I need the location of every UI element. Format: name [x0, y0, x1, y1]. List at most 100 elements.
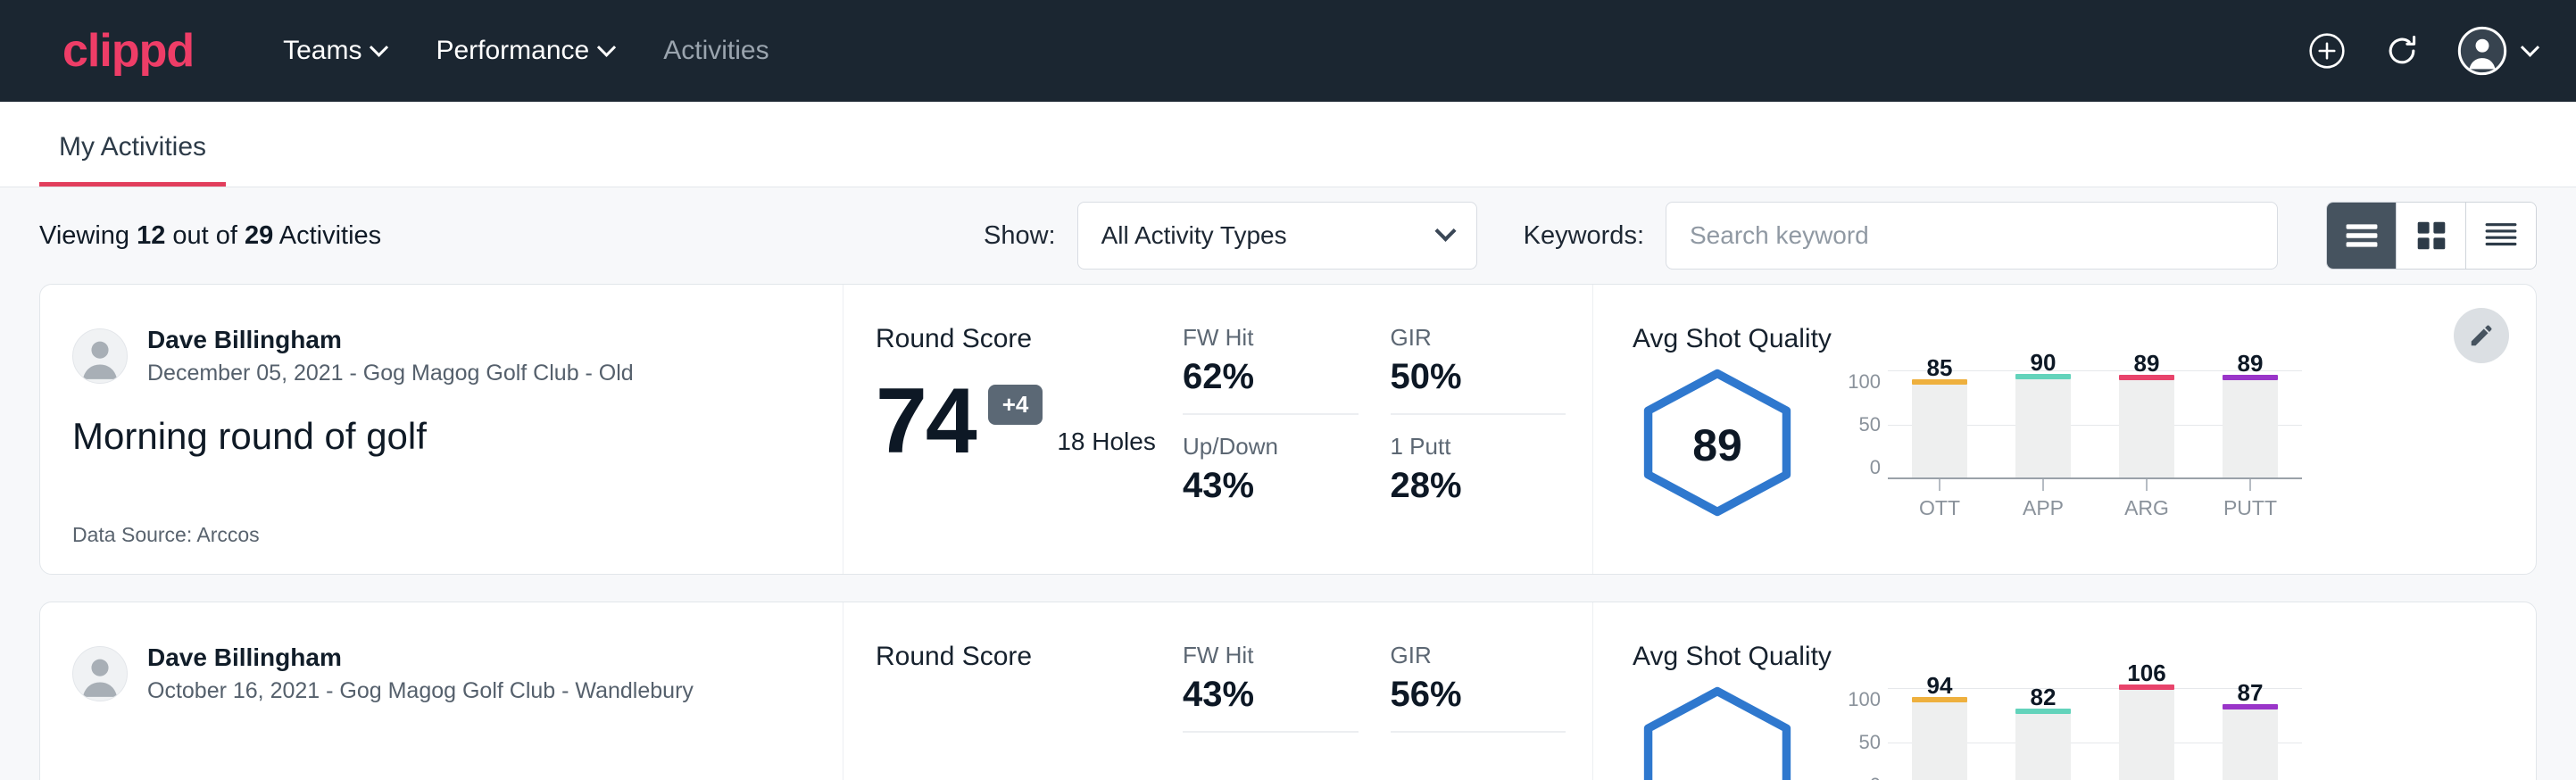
- viewing-count-text: Viewing 12 out of 29 Activities: [39, 221, 381, 251]
- chart-x-label: PUTT: [2223, 496, 2277, 520]
- nav-item-activities[interactable]: Activities: [663, 36, 769, 66]
- activity-type-select-value: All Activity Types: [1101, 221, 1287, 250]
- chart-bar-cap: [2223, 704, 2278, 709]
- stat-up-down-label: Up/Down: [1183, 433, 1359, 461]
- shot-quality-body: 100 50 0 948210687 OTTAPPARGPUTT: [1633, 677, 2500, 780]
- avg-shot-quality-label: Avg Shot Quality: [1633, 642, 2500, 672]
- tab-bar: My Activities: [0, 102, 2576, 187]
- stat-gir-label: GIR: [1391, 642, 1566, 669]
- avatar: [72, 646, 128, 701]
- edit-activity-button[interactable]: [2454, 308, 2509, 363]
- avatar: [72, 328, 128, 384]
- shot-quality-chart: 100 50 0 948210687 OTTAPPARGPUTT: [1838, 677, 2302, 780]
- chart-bar-putt: 87: [2223, 688, 2278, 780]
- stat-fw-hit: FW Hit 62%: [1183, 324, 1359, 415]
- data-source-value: Arccos: [196, 523, 259, 546]
- view-mode-toggle-group: [2326, 202, 2537, 270]
- nav-item-performance[interactable]: Performance: [436, 36, 613, 66]
- chart-x-tick-arg: ARG: [2119, 479, 2174, 520]
- activity-summary-column: Dave Billingham October 16, 2021 - Gog M…: [40, 602, 843, 780]
- nav-item-teams[interactable]: Teams: [283, 36, 386, 66]
- chart-bar-cap: [2119, 375, 2174, 380]
- y-tick-50: 50: [1838, 413, 1881, 436]
- tab-my-activities-label: My Activities: [59, 132, 206, 162]
- chart-bar-rect: [2119, 690, 2174, 780]
- chart-grid: 948210687: [1888, 688, 2302, 780]
- user-avatar-icon: [73, 328, 127, 384]
- chart-bar-rect: [1912, 385, 1967, 477]
- round-score-label: Round Score: [876, 324, 1183, 354]
- activity-card[interactable]: Dave Billingham October 16, 2021 - Gog M…: [39, 602, 2537, 780]
- nav-item-performance-label: Performance: [436, 36, 589, 66]
- clippd-logo[interactable]: clippd: [62, 28, 194, 74]
- stat-gir-label: GIR: [1391, 324, 1566, 352]
- shot-quality-column: Avg Shot Quality 89 100 50 0: [1593, 285, 2536, 574]
- activity-title: Morning round of golf: [72, 415, 807, 458]
- search-input[interactable]: [1666, 202, 2278, 270]
- stat-fw-hit-value: 62%: [1183, 357, 1359, 397]
- plus-circle-icon: [2307, 31, 2347, 71]
- avg-shot-quality-hexagon: 89: [1633, 367, 1802, 523]
- compact-list-icon: [2345, 222, 2379, 249]
- stat-one-putt-value: 28%: [1391, 466, 1566, 506]
- chart-bar-ott: 94: [1912, 688, 1967, 780]
- chart-x-tick-ott: OTT: [1912, 479, 1967, 520]
- activity-summary-column: Dave Billingham December 05, 2021 - Gog …: [40, 285, 843, 574]
- y-tick-0: 0: [1838, 456, 1881, 479]
- chart-bar-ott: 85: [1912, 370, 1967, 477]
- y-tick-50: 50: [1838, 731, 1881, 754]
- chart-bar-value: 106: [2127, 660, 2165, 687]
- view-mode-list-button[interactable]: [2466, 203, 2536, 269]
- activity-card[interactable]: Dave Billingham December 05, 2021 - Gog …: [39, 284, 2537, 575]
- keywords-label: Keywords:: [1524, 221, 1644, 251]
- primary-nav-links: Teams Performance Activities: [283, 36, 769, 66]
- player-row: Dave Billingham October 16, 2021 - Gog M…: [72, 642, 807, 706]
- chart-bar-app: 82: [2015, 688, 2071, 780]
- chart-bar-value: 90: [2031, 349, 2057, 377]
- chart-bar-value: 89: [2134, 350, 2160, 378]
- list-icon: [2484, 221, 2518, 250]
- pencil-icon: [2468, 322, 2495, 349]
- player-row: Dave Billingham December 05, 2021 - Gog …: [72, 324, 807, 388]
- tick-mark: [1939, 479, 1940, 491]
- view-mode-compact-list-button[interactable]: [2327, 203, 2397, 269]
- viewing-mid: out of: [165, 221, 245, 250]
- activity-type-select[interactable]: All Activity Types: [1077, 202, 1477, 270]
- chart-y-axis: 100 50 0: [1838, 688, 1888, 780]
- chart-bar-rect: [2223, 709, 2278, 780]
- activity-stats-grid: FW Hit 62% GIR 50% Up/Down 43% 1 Putt 28…: [1183, 285, 1593, 574]
- activity-meta: December 05, 2021 - Gog Magog Golf Club …: [147, 359, 634, 388]
- chart-bars: 948210687: [1888, 688, 2302, 780]
- tick-mark: [2249, 479, 2251, 491]
- view-mode-grid-button[interactable]: [2397, 203, 2466, 269]
- chart-x-axis: OTTAPPARGPUTT: [1888, 479, 2302, 520]
- add-activity-button[interactable]: [2307, 31, 2347, 71]
- shot-quality-column: Avg Shot Quality 100 50 0: [1593, 602, 2536, 780]
- chart-grid: 85908989: [1888, 370, 2302, 479]
- tick-mark: [2146, 479, 2148, 491]
- score-to-par-badge: +4: [988, 385, 1043, 425]
- round-score-value: 74: [876, 379, 976, 465]
- round-score-column: Round Score: [843, 602, 1183, 780]
- nav-item-activities-label: Activities: [663, 36, 769, 66]
- stat-one-putt: 1 Putt 28%: [1391, 433, 1566, 506]
- account-menu-button[interactable]: [2457, 26, 2537, 76]
- nav-actions: [2307, 26, 2537, 76]
- chart-bar-rect: [2223, 380, 2278, 477]
- user-avatar-icon: [73, 646, 127, 701]
- refresh-icon: [2382, 31, 2422, 71]
- stat-fw-hit-label: FW Hit: [1183, 324, 1359, 352]
- chart-bar-value: 87: [2238, 679, 2264, 707]
- activity-stats-grid: FW Hit 43% GIR 56%: [1183, 602, 1593, 780]
- chart-x-label: ARG: [2124, 496, 2169, 520]
- grid-icon: [2416, 220, 2447, 251]
- chart-x-tick-putt: PUTT: [2223, 479, 2278, 520]
- refresh-button[interactable]: [2382, 31, 2422, 71]
- chart-bar-arg: 89: [2119, 370, 2174, 477]
- tab-my-activities[interactable]: My Activities: [39, 132, 226, 187]
- avg-shot-quality-label: Avg Shot Quality: [1633, 324, 2500, 354]
- stat-fw-hit-value: 43%: [1183, 675, 1359, 715]
- activity-meta: October 16, 2021 - Gog Magog Golf Club -…: [147, 676, 694, 706]
- shot-quality-body: 89 100 50 0 85908989 OTTAPPARGP: [1633, 360, 2500, 523]
- stat-gir: GIR 50%: [1391, 324, 1566, 415]
